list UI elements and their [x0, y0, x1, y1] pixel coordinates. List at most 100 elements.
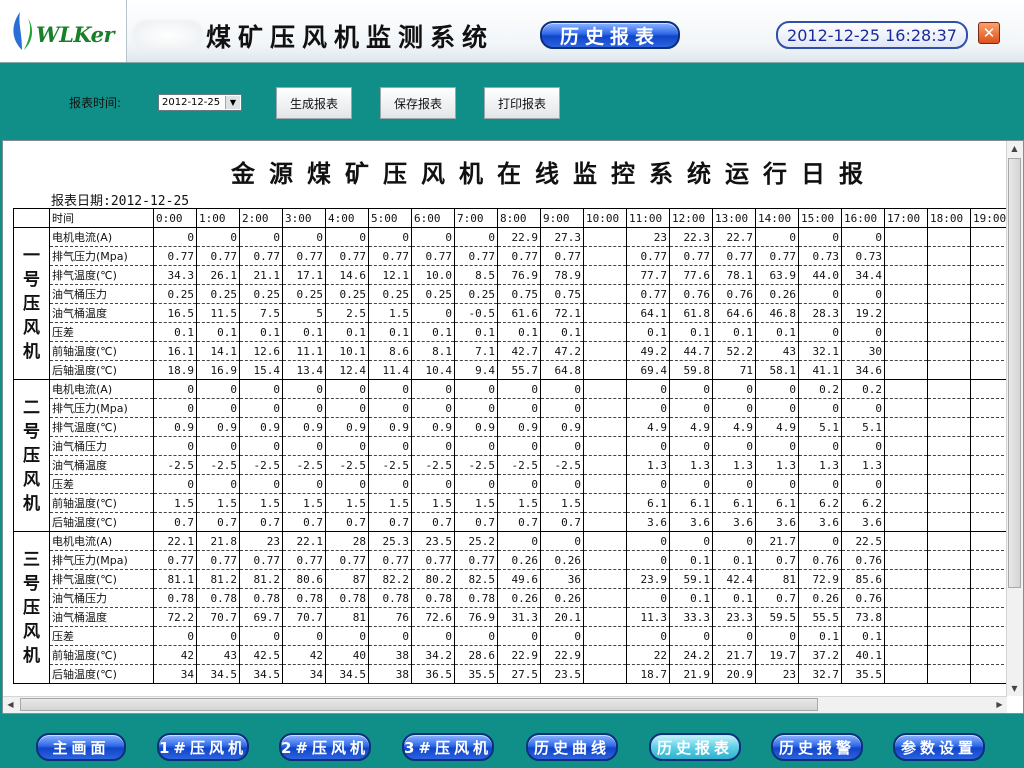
value-cell: 0 — [626, 436, 670, 456]
horizontal-scroll-thumb[interactable] — [20, 698, 818, 711]
nav-compressor-3-button[interactable]: 3#压风机 — [402, 733, 494, 761]
scroll-down-icon[interactable]: ▼ — [1007, 681, 1022, 696]
vertical-scroll-thumb[interactable] — [1008, 158, 1021, 588]
value-cell — [927, 284, 971, 304]
value-cell: 0.1 — [368, 322, 412, 342]
value-cell: 23.5 — [411, 531, 455, 551]
value-cell: 0 — [712, 474, 756, 494]
value-cell: 0.7 — [497, 512, 541, 532]
value-cell: 0.77 — [454, 246, 498, 266]
value-cell: 15.4 — [239, 360, 283, 380]
value-cell: 0.1 — [669, 588, 713, 608]
value-cell: 0.78 — [239, 588, 283, 608]
parameter-name-cell: 排气压力(Mpa) — [49, 246, 154, 266]
value-cell: -2.5 — [239, 455, 283, 475]
value-cell: 0.1 — [239, 322, 283, 342]
value-cell — [927, 227, 971, 247]
scroll-up-icon[interactable]: ▲ — [1007, 141, 1022, 156]
value-cell: 0 — [626, 626, 670, 646]
value-cell: 0 — [626, 398, 670, 418]
value-cell: 0.78 — [196, 588, 240, 608]
table-row: 油气桶压力 0 0 0 0 0 0 0 0 0 0 0 0 0 0 0 0 — [14, 436, 1014, 456]
value-cell — [927, 569, 971, 589]
save-report-button[interactable]: 保存报表 — [380, 87, 456, 119]
vertical-scrollbar[interactable]: ▲ ▼ — [1006, 141, 1023, 696]
value-cell: 0 — [325, 379, 369, 399]
dropdown-arrow-icon[interactable]: ▼ — [225, 96, 240, 109]
value-cell: 0 — [798, 531, 842, 551]
nav-history-curve-button[interactable]: 历史曲线 — [526, 733, 618, 761]
close-button[interactable]: ✕ — [978, 22, 1000, 44]
table-row: 排气温度(℃) 0.9 0.9 0.9 0.9 0.9 0.9 0.9 0.9 0.9 0.9 4.9… — [14, 417, 1014, 437]
parameter-name-cell: 后轴温度(℃) — [49, 512, 154, 532]
horizontal-scrollbar[interactable]: ◀ ▶ — [3, 696, 1007, 713]
value-cell: 34.3 — [153, 265, 197, 285]
value-cell: 22.7 — [712, 227, 756, 247]
value-cell: 35.5 — [841, 664, 885, 684]
hour-header-cell: 0:00 — [153, 208, 197, 228]
value-cell — [583, 664, 627, 684]
value-cell: 64.6 — [712, 303, 756, 323]
parameter-name-cell: 油气桶压力 — [49, 284, 154, 304]
value-cell: 43 — [755, 341, 799, 361]
value-cell: 1.5 — [411, 493, 455, 513]
nav-compressor-2-button[interactable]: 2#压风机 — [279, 733, 371, 761]
value-cell: 0.76 — [712, 284, 756, 304]
nav-history-alarm-button[interactable]: 历史报警 — [771, 733, 863, 761]
nav-parameter-settings-button[interactable]: 参数设置 — [893, 733, 985, 761]
value-cell: 0 — [755, 626, 799, 646]
value-cell: 34 — [282, 664, 326, 684]
hour-header-cell: 15:00 — [798, 208, 842, 228]
nav-compressor-1-button[interactable]: 1#压风机 — [157, 733, 249, 761]
value-cell: 59.5 — [755, 607, 799, 627]
table-row: 油气桶温度 72.2 70.7 69.7 70.7 81 76 72.6 76.9 31.3 20.… — [14, 607, 1014, 627]
value-cell: 34.5 — [196, 664, 240, 684]
value-cell: 4.9 — [755, 417, 799, 437]
value-cell — [583, 246, 627, 266]
value-cell — [927, 664, 971, 684]
value-cell — [583, 436, 627, 456]
value-cell — [583, 588, 627, 608]
time-header-cell: 时间 — [49, 208, 154, 228]
print-report-button[interactable]: 打印报表 — [484, 87, 560, 119]
value-cell: 49.2 — [626, 341, 670, 361]
parameter-name-cell: 油气桶温度 — [49, 303, 154, 323]
value-cell: 0 — [540, 531, 584, 551]
value-cell: 0.77 — [153, 550, 197, 570]
value-cell — [927, 436, 971, 456]
value-cell — [884, 531, 928, 551]
value-cell — [927, 531, 971, 551]
report-date-select[interactable]: 2012-12-25 ▼ — [158, 94, 242, 111]
value-cell: 82.5 — [454, 569, 498, 589]
value-cell: 0.77 — [325, 246, 369, 266]
value-cell: 0.78 — [153, 588, 197, 608]
value-cell: 49.6 — [497, 569, 541, 589]
generate-report-button[interactable]: 生成报表 — [276, 87, 352, 119]
value-cell: 34.5 — [239, 664, 283, 684]
value-cell: 0.26 — [798, 588, 842, 608]
value-cell — [927, 550, 971, 570]
value-cell: 0 — [712, 436, 756, 456]
scroll-left-icon[interactable]: ◀ — [3, 697, 18, 712]
value-cell — [927, 303, 971, 323]
table-row: 油气桶温度 16.5 11.5 7.5 5 2.5 1.5 0 -0.5 61.6 72.1 64.1… — [14, 303, 1014, 323]
nav-main-screen-button[interactable]: 主画面 — [36, 733, 126, 761]
parameter-name-cell: 油气桶温度 — [49, 607, 154, 627]
nav-history-report-button[interactable]: 历史报表 — [649, 733, 741, 761]
hour-header-cell: 2:00 — [239, 208, 283, 228]
scroll-right-icon[interactable]: ▶ — [992, 697, 1007, 712]
value-cell: 63.9 — [755, 265, 799, 285]
value-cell — [884, 664, 928, 684]
value-cell: 0.26 — [497, 550, 541, 570]
value-cell: 0 — [841, 398, 885, 418]
value-cell: 0.25 — [368, 284, 412, 304]
table-row: 三号压风机 电机电流(A) 22.1 21.8 23 22.1 28 25.3 23.5 25.2… — [13, 531, 1014, 684]
value-cell: 24.2 — [669, 645, 713, 665]
value-cell: 0 — [669, 531, 713, 551]
parameter-name-cell: 排气温度(℃) — [49, 417, 154, 437]
value-cell: 30 — [841, 341, 885, 361]
value-cell: 42.4 — [712, 569, 756, 589]
bottom-navigation — [0, 714, 1024, 768]
value-cell: 4.9 — [669, 417, 713, 437]
system-title: 煤矿压风机监测系统 — [206, 23, 495, 52]
